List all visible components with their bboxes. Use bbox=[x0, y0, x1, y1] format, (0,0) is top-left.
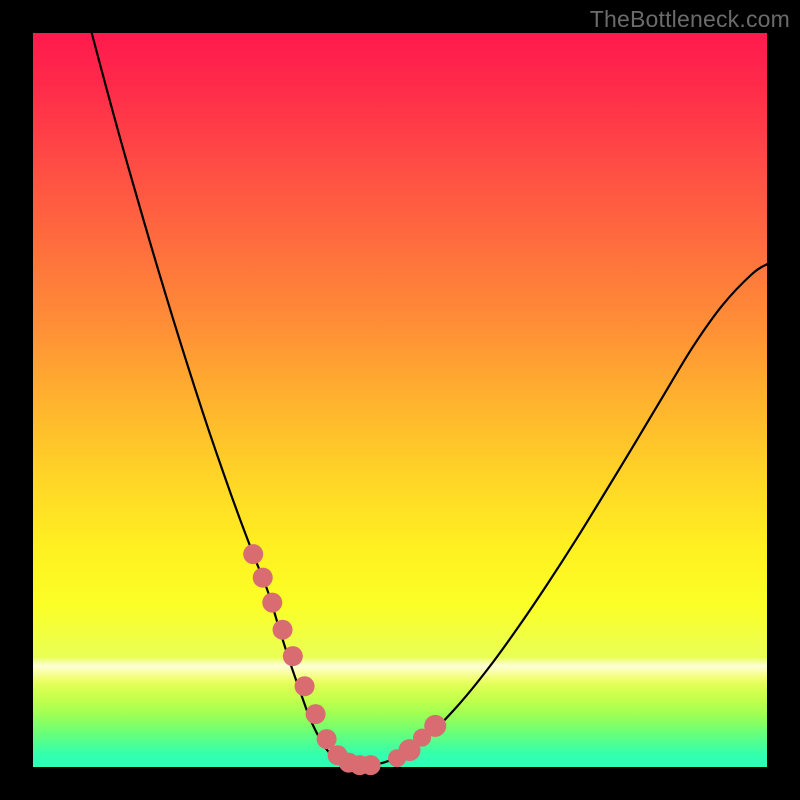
highlight-dot bbox=[361, 755, 381, 775]
highlight-dot bbox=[262, 593, 282, 613]
highlight-dot bbox=[243, 544, 263, 564]
watermark-label: TheBottleneck.com bbox=[590, 6, 790, 33]
highlight-dot bbox=[253, 568, 273, 588]
chart-svg bbox=[33, 33, 767, 767]
bottleneck-curve bbox=[92, 33, 767, 766]
chart-frame: TheBottleneck.com bbox=[0, 0, 800, 800]
highlight-dot bbox=[306, 704, 326, 724]
chart-plot-area bbox=[33, 33, 767, 767]
highlight-dot bbox=[295, 676, 315, 696]
highlight-dot bbox=[273, 620, 293, 640]
highlight-markers bbox=[243, 544, 446, 775]
highlight-dot bbox=[424, 715, 446, 737]
highlight-dot bbox=[283, 646, 303, 666]
